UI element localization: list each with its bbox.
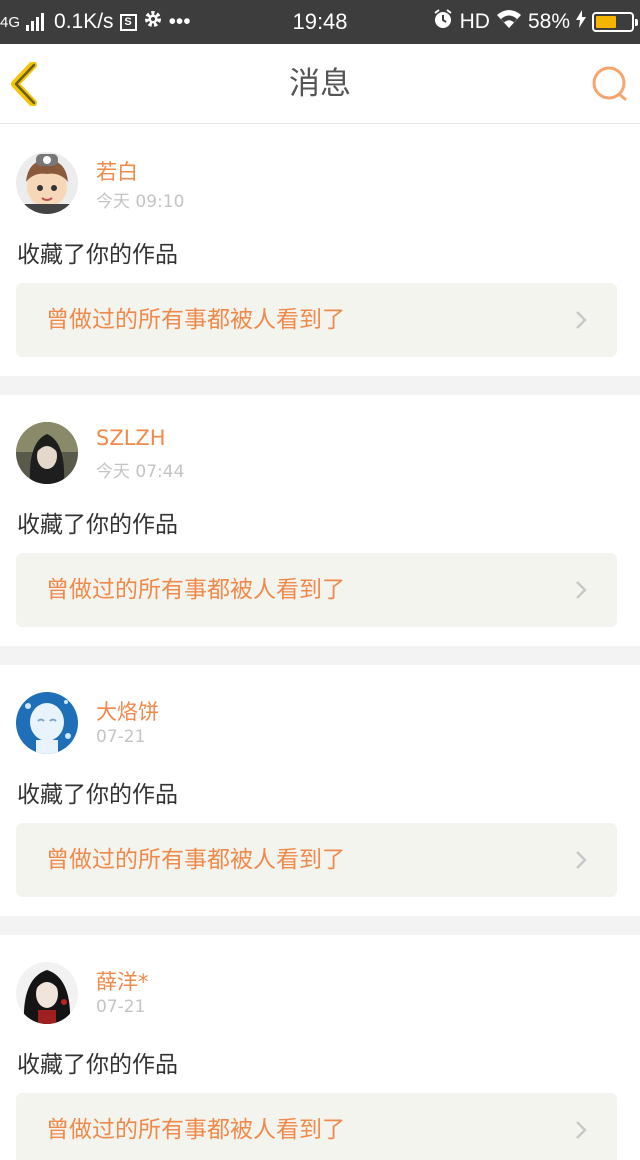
action-text: 收藏了你的作品 (17, 1052, 178, 1078)
username[interactable]: 薛洋* (96, 966, 149, 996)
status-bar: 4G 0.1K/s S ••• 19:48 HD 58% (0, 0, 640, 44)
message-card: 薛洋* 07-21 收藏了你的作品 曾做过的所有事都被人看到了 (0, 935, 640, 1160)
work-link[interactable]: 曾做过的所有事都被人看到了 (16, 1093, 617, 1160)
divider (0, 916, 640, 935)
work-link[interactable]: 曾做过的所有事都被人看到了 (16, 553, 617, 627)
alarm-icon (432, 8, 454, 36)
battery-icon (592, 12, 638, 32)
battery-fill (596, 16, 616, 28)
username[interactable]: SZLZH (96, 426, 166, 450)
action-text: 收藏了你的作品 (17, 782, 178, 808)
divider (0, 646, 640, 665)
timestamp: 07-21 (96, 997, 146, 1017)
username[interactable]: 若白 (96, 156, 138, 186)
timestamp: 今天 09:10 (96, 192, 185, 212)
chevron-right-icon (576, 851, 587, 869)
status-right: HD 58% (432, 0, 638, 44)
search-icon (592, 66, 627, 101)
search-button[interactable] (588, 62, 632, 106)
message-feed: 若白 今天 09:10 收藏了你的作品 曾做过的所有事都被人看到了 SZLZH … (0, 125, 640, 1160)
work-link[interactable]: 曾做过的所有事都被人看到了 (16, 823, 617, 897)
timestamp: 07-21 (96, 727, 146, 747)
avatar[interactable] (16, 422, 78, 484)
message-card: SZLZH 今天 07:44 收藏了你的作品 曾做过的所有事都被人看到了 (0, 395, 640, 646)
charging-bolt-icon (576, 10, 586, 34)
work-title: 曾做过的所有事都被人看到了 (46, 577, 345, 603)
chevron-right-icon (576, 311, 587, 329)
message-card: 大烙饼 07-21 收藏了你的作品 曾做过的所有事都被人看到了 (0, 665, 640, 916)
action-text: 收藏了你的作品 (17, 512, 178, 538)
action-text: 收藏了你的作品 (17, 242, 178, 268)
avatar[interactable] (16, 692, 78, 754)
nav-header: 消息 (0, 44, 640, 124)
avatar[interactable] (16, 962, 78, 1024)
page-title: 消息 (289, 66, 351, 102)
timestamp: 今天 07:44 (96, 462, 185, 482)
message-card: 若白 今天 09:10 收藏了你的作品 曾做过的所有事都被人看到了 (0, 125, 640, 376)
username[interactable]: 大烙饼 (96, 696, 159, 726)
wifi-icon (496, 9, 522, 35)
work-link[interactable]: 曾做过的所有事都被人看到了 (16, 283, 617, 357)
work-title: 曾做过的所有事都被人看到了 (46, 1117, 345, 1143)
divider (0, 376, 640, 395)
work-title: 曾做过的所有事都被人看到了 (46, 307, 345, 333)
avatar[interactable] (16, 152, 78, 214)
chevron-right-icon (576, 581, 587, 599)
hd-label: HD (459, 10, 490, 33)
battery-percent: 58% (527, 10, 570, 33)
chevron-right-icon (576, 1121, 587, 1139)
work-title: 曾做过的所有事都被人看到了 (46, 847, 345, 873)
